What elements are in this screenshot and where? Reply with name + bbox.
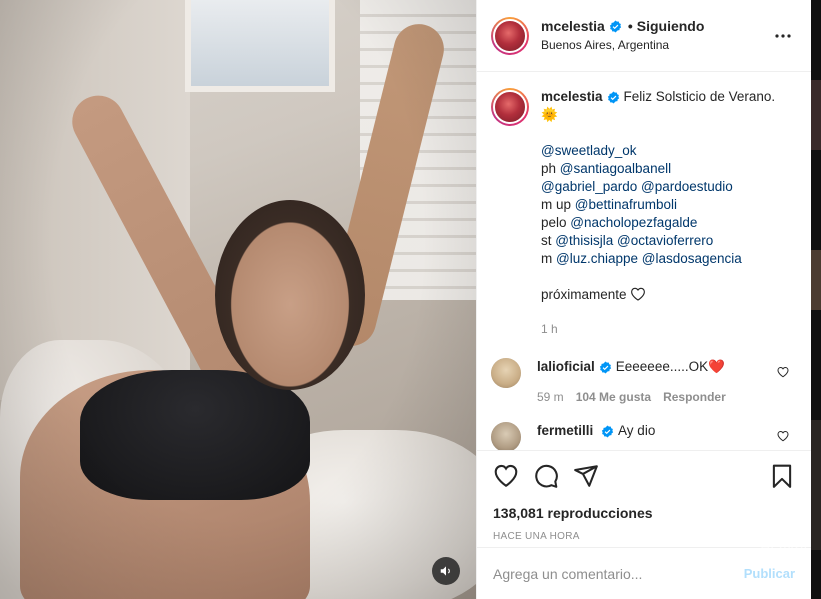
caption-text: Feliz Solsticio de Verano. — [623, 89, 776, 104]
caption-mention[interactable]: @santiagoalbanell — [560, 161, 671, 176]
comment-avatar[interactable] — [491, 422, 521, 450]
caption-mention[interactable]: @octavioferrero — [617, 233, 713, 248]
comment-meta: 59 m 104 Me gusta Responder — [537, 388, 795, 406]
views-count[interactable]: 138,081 reproducciones — [493, 505, 795, 521]
sound-toggle-button[interactable] — [432, 557, 460, 585]
comments-list[interactable]: mcelestia Feliz Solsticio de Verano. 🌞 @s… — [477, 72, 811, 450]
caption-avatar[interactable] — [491, 88, 529, 126]
verified-icon — [599, 361, 611, 374]
author-avatar[interactable] — [491, 16, 529, 55]
comment-icon[interactable] — [533, 463, 559, 489]
comment-likes[interactable]: 104 Me gusta — [576, 388, 651, 406]
publish-button[interactable]: Publicar — [744, 566, 795, 581]
post-caption: mcelestia Feliz Solsticio de Verano. 🌞 @s… — [491, 88, 795, 338]
post-side-panel: mcelestia • Siguiendo Buenos Aires, Arge… — [476, 0, 811, 599]
post-timestamp: HACE UNA HORA — [493, 531, 580, 542]
caption-credit-prefix: ph — [541, 161, 557, 176]
share-icon[interactable] — [573, 463, 599, 489]
caption-mention[interactable]: @pardoestudio — [641, 179, 733, 194]
caption-body: mcelestia Feliz Solsticio de Verano. 🌞 @s… — [541, 88, 775, 338]
add-comment-bar: Publicar — [477, 547, 811, 599]
caption-mention[interactable]: @luz.chiappe — [556, 251, 638, 266]
comment-item: lalioficial Eeeeeee.....OK❤️ 59 m 104 Me … — [491, 358, 795, 406]
author-info: mcelestia • Siguiendo Buenos Aires, Arge… — [541, 18, 771, 54]
comment-item: fermetilli Ay dio — [491, 422, 795, 450]
comment-time[interactable]: 59 m — [537, 388, 564, 406]
verified-icon — [609, 20, 621, 33]
comment-text: Ay dio — [618, 423, 656, 438]
author-username[interactable]: mcelestia — [541, 18, 605, 36]
follow-status-button[interactable]: Siguiendo — [637, 18, 705, 36]
post-header: mcelestia • Siguiendo Buenos Aires, Arge… — [477, 0, 811, 72]
verified-icon — [607, 91, 619, 104]
comment-body: lalioficial Eeeeeee.....OK❤️ 59 m 104 Me … — [537, 358, 795, 406]
post-actions: 138,081 reproducciones HACE UNA HORA Pub… — [477, 450, 811, 599]
video-vignette — [0, 0, 476, 599]
speaker-icon — [440, 566, 450, 576]
comment-like-icon[interactable] — [777, 366, 789, 378]
caption-mention[interactable]: @thisisjla — [555, 233, 613, 248]
caption-emoji: 🌞 — [541, 107, 558, 122]
comment-body: fermetilli Ay dio — [537, 422, 795, 450]
instagram-post-modal: mcelestia • Siguiendo Buenos Aires, Arge… — [0, 0, 821, 599]
comment-username[interactable]: fermetilli — [537, 423, 593, 438]
caption-time[interactable]: 1 h — [541, 320, 775, 338]
add-comment-input[interactable] — [493, 565, 744, 582]
caption-credit-prefix: m — [541, 251, 553, 266]
comment-like-icon[interactable] — [777, 430, 789, 442]
caption-mention[interactable]: @gabriel_pardo — [541, 179, 637, 194]
heart-icon[interactable] — [493, 463, 519, 489]
heart-outline-icon — [631, 287, 646, 301]
comment-avatar[interactable] — [491, 358, 521, 388]
caption-closing: próximamente — [541, 287, 627, 302]
post-location[interactable]: Buenos Aires, Argentina — [541, 38, 771, 53]
verified-icon — [601, 425, 614, 438]
background-strip — [811, 0, 821, 599]
caption-mention[interactable]: @nacholopezfagalde — [570, 215, 697, 230]
caption-mention[interactable]: @sweetlady_ok — [541, 142, 775, 160]
comment-text: Eeeeeee.....OK — [615, 359, 709, 374]
caption-mention[interactable]: @lasdosagencia — [642, 251, 742, 266]
post-video[interactable] — [0, 0, 476, 599]
more-horizontal-icon — [775, 33, 791, 38]
more-options-button[interactable] — [771, 24, 795, 48]
comment-username[interactable]: lalioficial — [537, 359, 595, 374]
separator-dot: • — [627, 17, 633, 34]
comment-reply-button[interactable]: Responder — [663, 388, 726, 406]
caption-credit-prefix: st — [541, 233, 552, 248]
caption-username[interactable]: mcelestia — [541, 89, 603, 104]
caption-mention[interactable]: @bettinafrumboli — [575, 197, 677, 212]
action-icons — [493, 451, 795, 501]
bookmark-icon[interactable] — [769, 463, 795, 489]
caption-credit-prefix: m up — [541, 197, 572, 212]
caption-credit-prefix: pelo — [541, 215, 567, 230]
comment-emoji: ❤️ — [708, 359, 725, 374]
